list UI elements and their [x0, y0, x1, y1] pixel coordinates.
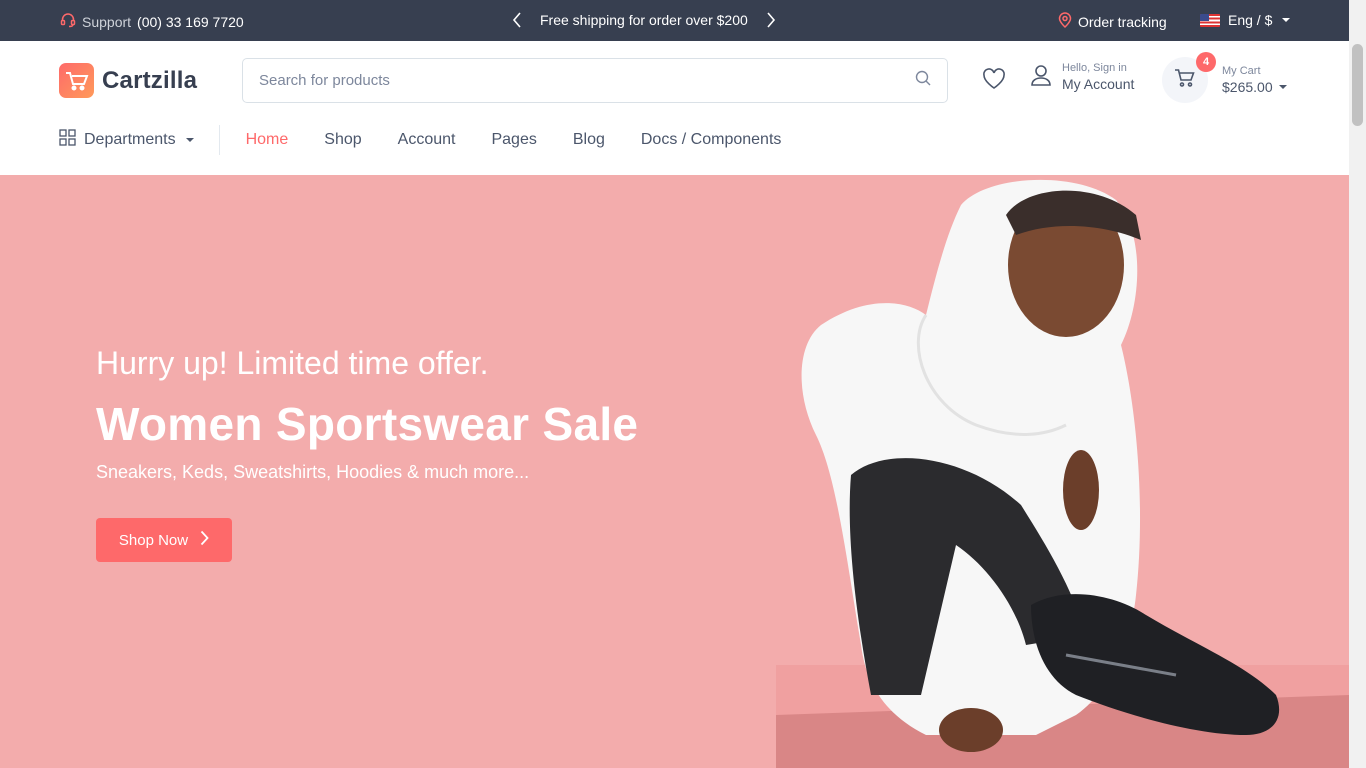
nav-item-docs[interactable]: Docs / Components — [641, 131, 782, 149]
support-label: Support — [82, 13, 132, 30]
language-currency-dropdown[interactable]: Eng / $ — [1200, 12, 1291, 28]
departments-label: Departments — [84, 131, 176, 148]
nav-item-pages[interactable]: Pages — [491, 131, 536, 149]
shop-now-button[interactable]: Shop Now — [96, 518, 232, 562]
search-icon[interactable] — [915, 70, 931, 91]
page-scrollbar[interactable] — [1349, 0, 1366, 768]
cart-total-value: $265.00 — [1222, 79, 1273, 95]
nav-divider — [218, 125, 220, 155]
heart-icon[interactable] — [982, 68, 1008, 92]
language-label: Eng / $ — [1228, 12, 1273, 28]
nav-item-home[interactable]: Home — [246, 131, 289, 149]
promo-carousel: Free shipping for order over $200 — [508, 10, 780, 30]
caret-down-icon — [1282, 18, 1291, 22]
hero-model-image — [776, 179, 1349, 768]
hero-description: Sneakers, Keds, Sweatshirts, Hoodies & m… — [96, 462, 530, 482]
caret-down-icon — [1278, 85, 1287, 89]
chevron-right-icon[interactable] — [762, 10, 780, 30]
map-pin-icon — [1058, 12, 1072, 31]
cart-total: $265.00 — [1222, 79, 1287, 95]
cart-icon — [1174, 68, 1196, 93]
order-tracking-link[interactable]: Order tracking — [1058, 12, 1167, 31]
cart-button[interactable]: 4 — [1162, 52, 1216, 103]
nav-item-account[interactable]: Account — [398, 131, 456, 149]
departments-dropdown[interactable]: Departments — [59, 129, 219, 151]
topbar: Support (00) 33 169 7720 Free shipping f… — [0, 0, 1349, 41]
support-info: Support (00) 33 169 7720 — [60, 12, 244, 31]
shop-now-label: Shop Now — [118, 531, 189, 549]
brand-name: Cartzilla — [102, 66, 198, 94]
header: Cartzilla Hello, Sign in My Account 4 My… — [0, 41, 1349, 175]
search-input[interactable] — [259, 72, 915, 89]
cart-count-badge: 4 — [1196, 52, 1216, 72]
caret-down-icon — [185, 138, 194, 142]
account-greeting: Hello, Sign in — [1062, 62, 1127, 74]
user-icon — [1030, 64, 1052, 91]
scrollbar-thumb[interactable] — [1352, 44, 1363, 126]
account-link[interactable]: Hello, Sign in My Account — [1030, 62, 1134, 92]
logo[interactable]: Cartzilla — [59, 63, 197, 98]
hero-title: Women Sportswear Sale — [96, 398, 639, 450]
us-flag-icon — [1200, 13, 1220, 27]
chevron-left-icon[interactable] — [508, 10, 526, 30]
grid-icon — [59, 129, 76, 151]
hero-subtitle: Hurry up! Limited time offer. — [96, 345, 489, 381]
support-phone-link[interactable]: (00) 33 169 7720 — [137, 14, 244, 30]
order-tracking-label: Order tracking — [1078, 13, 1167, 30]
promo-text: Free shipping for order over $200 — [540, 12, 748, 28]
headset-icon — [60, 12, 76, 31]
search-bar — [242, 58, 948, 103]
cart-logo-icon — [59, 63, 94, 98]
chevron-right-icon — [200, 530, 209, 550]
main-nav: Departments Home Shop Account Pages Blog… — [59, 125, 817, 155]
cart-label: My Cart — [1222, 65, 1261, 77]
nav-item-shop[interactable]: Shop — [324, 131, 361, 149]
hero-banner: Hurry up! Limited time offer. Women Spor… — [0, 175, 1349, 768]
nav-item-blog[interactable]: Blog — [573, 131, 605, 149]
account-label: My Account — [1062, 76, 1135, 92]
cart-dropdown[interactable]: 4 My Cart $265.00 — [1162, 52, 1287, 103]
